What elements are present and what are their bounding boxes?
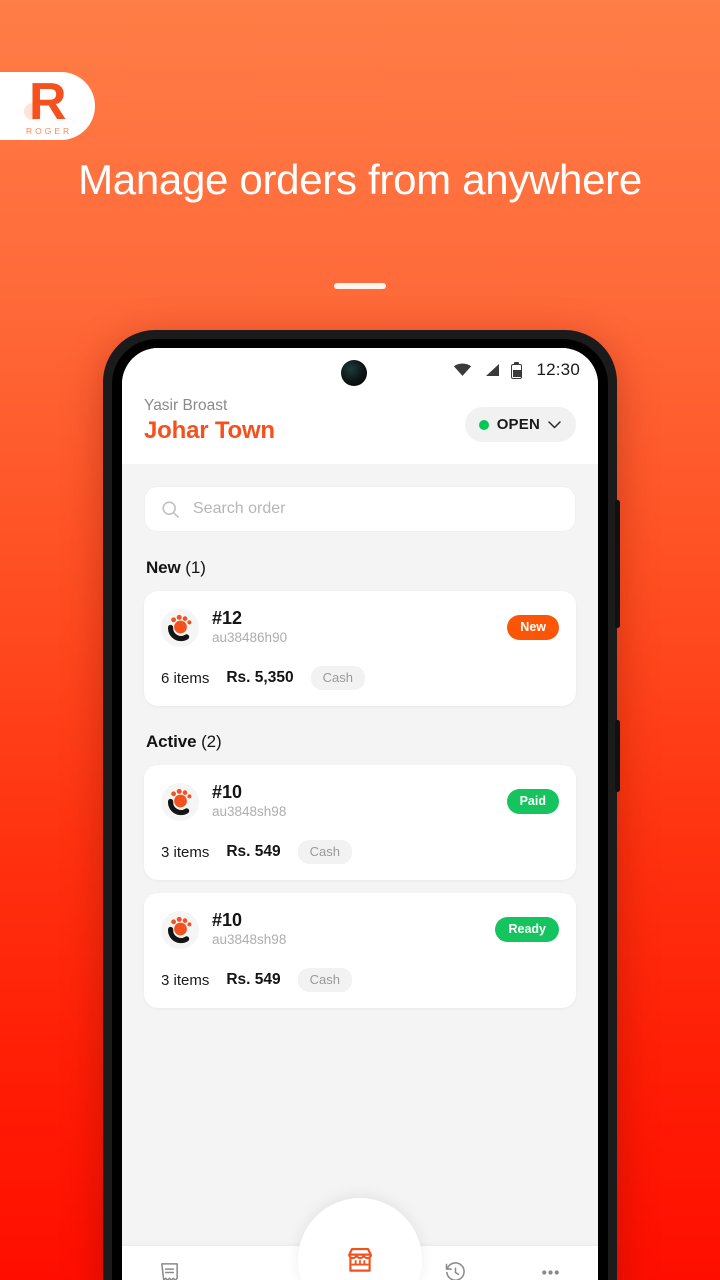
app-header: Yasir Broast Johar Town OPEN xyxy=(122,392,598,464)
order-number: #12 xyxy=(212,608,243,628)
nav-item-orders[interactable]: Orders xyxy=(122,1260,217,1280)
order-card-bottom: 3 items Rs. 549 Cash xyxy=(161,840,559,864)
paw-logo-icon xyxy=(168,788,192,815)
brand-logo-mark: R ROGER xyxy=(21,73,79,136)
avatar xyxy=(161,608,199,647)
order-code: au3848sh98 xyxy=(212,804,287,819)
section-header-active: Active (2) xyxy=(146,732,576,752)
search-icon xyxy=(162,500,179,518)
table-row[interactable]: #12 au38486h90 New 6 items Rs. 5,350 Cas… xyxy=(144,591,576,706)
order-card-top: #10 au3848sh98 Ready xyxy=(161,910,559,949)
order-card-top: #12 au38486h90 New xyxy=(161,608,559,647)
paw-logo-icon xyxy=(168,614,192,641)
phone-volume-button xyxy=(615,500,620,628)
avatar xyxy=(161,782,199,821)
table-row[interactable]: #10 au3848sh98 Paid 3 items Rs. 549 Cash xyxy=(144,765,576,880)
order-price: Rs. 5,350 xyxy=(226,669,294,686)
section-title-text: Active xyxy=(146,732,197,751)
status-bar: 12:30 xyxy=(122,348,598,392)
order-number: #10 xyxy=(212,782,243,802)
order-identity: #12 au38486h90 xyxy=(212,608,507,647)
order-card-bottom: 6 items Rs. 5,350 Cash xyxy=(161,666,559,690)
brand-badge: R ROGER xyxy=(0,72,95,140)
status-bar-icons: 12:30 xyxy=(453,360,580,380)
avatar xyxy=(161,910,199,949)
order-card-bottom: 3 items Rs. 549 Cash xyxy=(161,968,559,992)
status-bar-clock: 12:30 xyxy=(536,360,580,379)
order-payment-method: Cash xyxy=(310,666,365,690)
front-camera-icon xyxy=(341,360,367,386)
order-card-top: #10 au3848sh98 Paid xyxy=(161,782,559,821)
section-count: (2) xyxy=(201,732,222,751)
order-identity: #10 au3848sh98 xyxy=(212,782,507,821)
nav-item-more[interactable]: More xyxy=(503,1260,598,1280)
shop-branch: Johar Town xyxy=(144,417,275,444)
brand-wordmark: ROGER xyxy=(26,126,73,136)
phone-power-button xyxy=(615,720,620,792)
order-price: Rs. 549 xyxy=(226,971,281,988)
order-code: au3848sh98 xyxy=(212,932,287,947)
search-placeholder: Search order xyxy=(193,500,286,517)
headline-divider xyxy=(334,283,386,289)
brand-letter: R xyxy=(29,73,67,131)
order-items-count: 3 items xyxy=(161,843,210,861)
section-header-new: New (1) xyxy=(146,558,576,578)
section-title-text: New xyxy=(146,558,181,577)
store-status-toggle[interactable]: OPEN xyxy=(464,407,576,442)
order-price: Rs. 549 xyxy=(226,843,281,860)
section-count: (1) xyxy=(185,558,206,577)
order-number: #10 xyxy=(212,910,243,930)
order-items-count: 3 items xyxy=(161,971,210,989)
receipt-icon xyxy=(158,1260,181,1280)
promo-headline: Manage orders from anywhere xyxy=(78,156,642,203)
table-row[interactable]: #10 au3848sh98 Ready 3 items Rs. 549 Cas… xyxy=(144,893,576,1008)
status-badge: Paid xyxy=(506,789,559,814)
order-payment-method: Cash xyxy=(297,968,353,992)
wifi-icon xyxy=(454,363,472,376)
storefront-icon xyxy=(344,1247,376,1272)
phone-mockup: 12:30 Yasir Broast Johar Town OPEN Searc… xyxy=(103,330,620,1280)
store-status-label: OPEN xyxy=(496,416,540,433)
order-items-count: 6 items xyxy=(161,669,210,687)
order-payment-method: Cash xyxy=(297,840,353,864)
chevron-down-icon xyxy=(548,420,561,428)
status-dot-icon xyxy=(478,419,489,430)
battery-icon xyxy=(511,361,523,379)
bottom-navigation: Orders xyxy=(122,1198,598,1280)
status-badge: New xyxy=(507,615,559,640)
order-code: au38486h90 xyxy=(212,630,288,645)
status-badge: Ready xyxy=(495,917,559,942)
shop-identity: Yasir Broast Johar Town xyxy=(144,396,275,446)
ellipsis-icon xyxy=(539,1260,562,1280)
shop-name: Yasir Broast xyxy=(144,397,228,414)
order-identity: #10 au3848sh98 xyxy=(212,910,495,949)
orders-list: Search order New (1) #12 au38486h90 New … xyxy=(122,464,598,1246)
promo-background: R ROGER Manage orders from anywhere 12:3… xyxy=(0,0,720,1280)
paw-logo-icon xyxy=(168,916,192,943)
signal-icon xyxy=(486,364,500,376)
clock-history-icon xyxy=(444,1260,467,1280)
phone-screen: 12:30 Yasir Broast Johar Town OPEN Searc… xyxy=(122,348,598,1280)
search-input[interactable]: Search order xyxy=(144,486,576,532)
